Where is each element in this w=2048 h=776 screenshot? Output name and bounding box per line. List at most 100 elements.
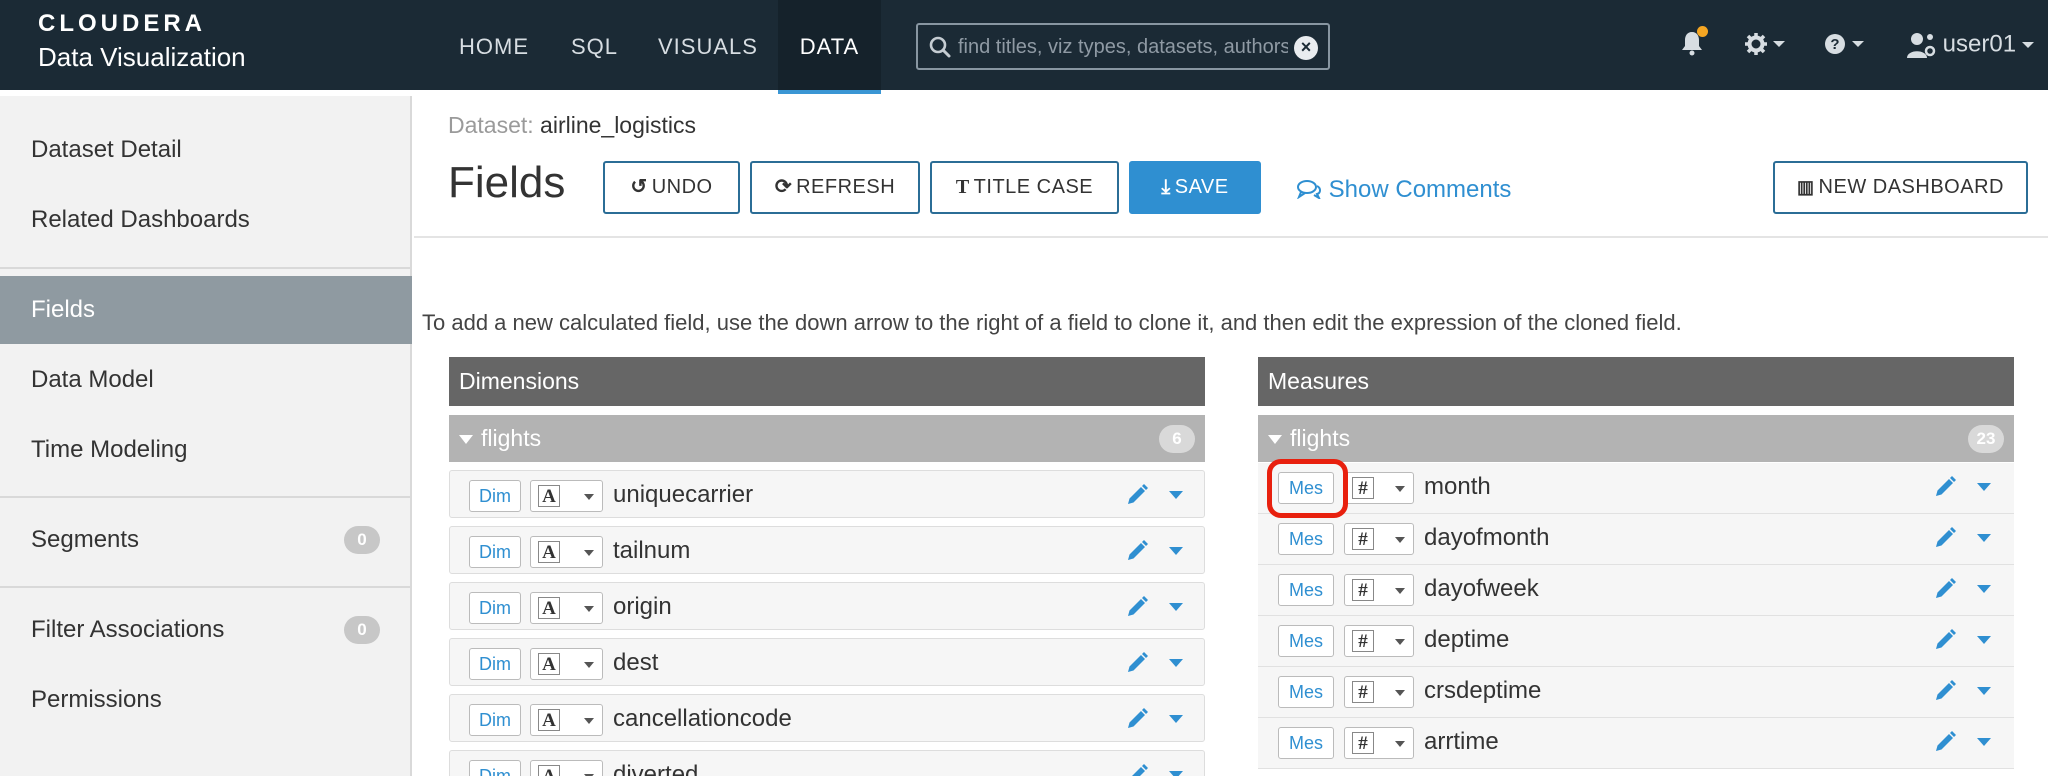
nav-data[interactable]: DATA <box>778 0 881 94</box>
chevron-down-icon <box>584 494 594 500</box>
svg-text:?: ? <box>1830 36 1839 53</box>
chevron-down-icon <box>584 550 594 556</box>
dimension-role-button[interactable]: Dim <box>469 760 521 776</box>
field-type-dropdown[interactable]: A <box>530 760 603 776</box>
sidebar-item-segments[interactable]: Segments 0 <box>0 506 412 574</box>
field-type-dropdown[interactable]: # <box>1344 574 1414 606</box>
measure-role-button[interactable]: Mes <box>1278 625 1334 657</box>
search-icon <box>929 36 951 58</box>
sidebar-item-label: Fields <box>31 296 96 323</box>
refresh-icon: ⟳ <box>774 176 793 198</box>
group-name: flights <box>481 425 542 451</box>
field-actions-caret-icon[interactable] <box>1977 585 1991 593</box>
sidebar-divider <box>0 586 412 588</box>
field-type-dropdown[interactable]: # <box>1344 523 1414 555</box>
edit-pencil-icon[interactable] <box>1125 763 1149 776</box>
field-actions-caret-icon[interactable] <box>1169 771 1183 776</box>
field-actions-caret-icon[interactable] <box>1977 534 1991 542</box>
measure-role-button[interactable]: Mes <box>1278 523 1334 555</box>
help-menu[interactable]: ? <box>1824 30 1864 56</box>
measure-role-button[interactable]: Mes <box>1278 574 1334 606</box>
dimension-role-button[interactable]: Dim <box>469 536 521 568</box>
chevron-down-icon <box>584 718 594 724</box>
refresh-label: REFRESH <box>796 176 896 198</box>
field-type-dropdown[interactable]: # <box>1344 625 1414 657</box>
field-type-dropdown[interactable]: A <box>530 648 603 680</box>
brand-logo[interactable]: CLOUDERA Data Visualization <box>38 10 246 76</box>
field-actions-caret-icon[interactable] <box>1977 687 1991 695</box>
field-actions-caret-icon[interactable] <box>1169 491 1183 499</box>
save-button[interactable]: ⤓ SAVE <box>1129 161 1261 214</box>
edit-pencil-icon[interactable] <box>1933 577 1957 601</box>
dimension-role-button[interactable]: Dim <box>469 648 521 680</box>
nav-visuals[interactable]: VISUALS <box>658 0 758 94</box>
field-actions-caret-icon[interactable] <box>1169 659 1183 667</box>
measure-role-button[interactable]: Mes <box>1278 727 1334 759</box>
sidebar-item-label: Permissions <box>31 686 162 713</box>
nav-sql[interactable]: SQL <box>571 0 618 94</box>
sidebar-item-data-model[interactable]: Data Model <box>0 346 412 414</box>
edit-pencil-icon[interactable] <box>1933 526 1957 550</box>
field-actions-caret-icon[interactable] <box>1977 738 1991 746</box>
sidebar-item-time-modeling[interactable]: Time Modeling <box>0 416 412 484</box>
dimension-role-button[interactable]: Dim <box>469 592 521 624</box>
field-type-dropdown[interactable]: # <box>1344 472 1414 504</box>
title-case-button[interactable]: T TITLE CASE <box>930 161 1119 214</box>
edit-pencil-icon[interactable] <box>1933 679 1957 703</box>
dimension-role-button[interactable]: Dim <box>469 704 521 736</box>
field-actions-caret-icon[interactable] <box>1977 483 1991 491</box>
text-icon: T <box>955 176 970 198</box>
field-row: Mes # crsdeptime <box>1258 667 2014 718</box>
field-type-dropdown[interactable]: A <box>530 480 603 512</box>
edit-pencil-icon[interactable] <box>1125 651 1149 675</box>
field-type-dropdown[interactable]: # <box>1344 676 1414 708</box>
edit-pencil-icon[interactable] <box>1125 707 1149 731</box>
field-row: Mes # deptime <box>1258 616 2014 667</box>
field-actions-caret-icon[interactable] <box>1169 547 1183 555</box>
settings-menu[interactable] <box>1745 30 1785 56</box>
undo-icon: ↺ <box>630 176 648 198</box>
field-name: diverted <box>613 761 699 776</box>
show-comments-link[interactable]: Show Comments <box>1296 176 1511 204</box>
dashboard-icon: ▥ <box>1797 177 1815 197</box>
field-name: cancellationcode <box>613 705 792 732</box>
sidebar-item-dataset-detail[interactable]: Dataset Detail <box>0 116 412 184</box>
sidebar-divider <box>0 496 412 498</box>
dimensions-group-flights[interactable]: flights 6 <box>449 415 1205 462</box>
sidebar-item-filter-associations[interactable]: Filter Associations 0 <box>0 596 412 664</box>
field-actions-caret-icon[interactable] <box>1169 603 1183 611</box>
notifications-button[interactable] <box>1680 26 1708 62</box>
text-type-icon: A <box>538 485 560 507</box>
sidebar-item-permissions[interactable]: Permissions <box>0 666 412 734</box>
new-dashboard-button[interactable]: ▥ NEW DASHBOARD <box>1773 161 2028 214</box>
field-type-dropdown[interactable]: A <box>530 536 603 568</box>
number-type-icon: # <box>1352 579 1374 601</box>
edit-pencil-icon[interactable] <box>1125 595 1149 619</box>
edit-pencil-icon[interactable] <box>1125 539 1149 563</box>
undo-label: UNDO <box>651 176 713 198</box>
dimension-role-button[interactable]: Dim <box>469 480 521 512</box>
sidebar-item-fields[interactable]: Fields <box>0 276 412 344</box>
clear-search-icon[interactable]: × <box>1294 36 1318 60</box>
field-actions-caret-icon[interactable] <box>1977 636 1991 644</box>
user-menu[interactable]: user01 <box>1906 30 2035 59</box>
save-label: SAVE <box>1174 176 1229 198</box>
edit-pencil-icon[interactable] <box>1933 730 1957 754</box>
refresh-button[interactable]: ⟳ REFRESH <box>750 161 920 214</box>
field-actions-caret-icon[interactable] <box>1169 715 1183 723</box>
measures-group-flights[interactable]: flights 23 <box>1258 415 2014 462</box>
edit-pencil-icon[interactable] <box>1933 628 1957 652</box>
chevron-down-icon <box>1395 537 1405 543</box>
edit-pencil-icon[interactable] <box>1125 483 1149 507</box>
sidebar-item-related-dashboards[interactable]: Related Dashboards <box>0 186 412 254</box>
measure-role-button[interactable]: Mes <box>1278 676 1334 708</box>
number-type-icon: # <box>1352 681 1374 703</box>
field-type-dropdown[interactable]: A <box>530 704 603 736</box>
field-type-dropdown[interactable]: A <box>530 592 603 624</box>
edit-pencil-icon[interactable] <box>1933 475 1957 499</box>
field-type-dropdown[interactable]: # <box>1344 727 1414 759</box>
search-input[interactable] <box>958 31 1288 63</box>
nav-home[interactable]: HOME <box>459 0 529 94</box>
undo-button[interactable]: ↺ UNDO <box>603 161 740 214</box>
group-name: flights <box>1290 425 1351 451</box>
